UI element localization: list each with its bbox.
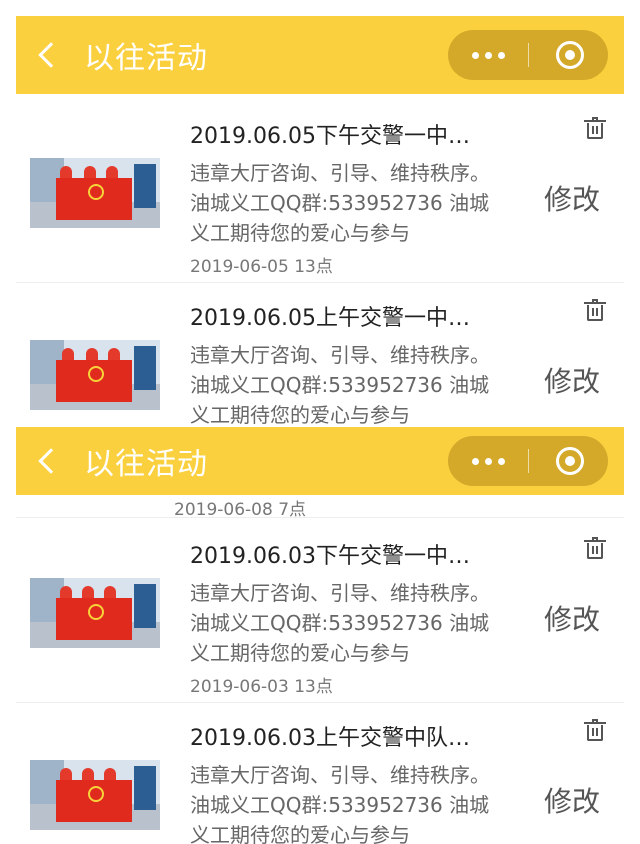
activity-title: 2019.06.03下午交警一中… xyxy=(190,544,470,569)
trash-icon[interactable] xyxy=(584,299,606,321)
miniprogram-capsule xyxy=(448,436,608,486)
activity-description: 违章大厅咨询、引导、维持秩序。油城义工QQ群:533952736 油城义工期待您… xyxy=(190,763,490,844)
bottom-screen-panel: 以往活动 2019-06-08 7点 2019.06.03下午交警一中… 违章大… xyxy=(0,425,640,844)
activity-list: 2019.06.03下午交警一中… 违章大厅咨询、引导、维持秩序。油城义工QQ群… xyxy=(16,520,624,844)
trash-icon[interactable] xyxy=(584,719,606,741)
top-navbar: 以往活动 xyxy=(16,16,624,94)
edit-button[interactable]: 修改 xyxy=(544,780,600,820)
trash-icon[interactable] xyxy=(584,537,606,559)
activity-date: 2019-06-03 13点 xyxy=(190,677,333,697)
more-dots-icon[interactable] xyxy=(448,436,528,486)
activity-photo xyxy=(30,578,160,648)
activity-photo xyxy=(30,760,160,830)
back-arrow-icon[interactable] xyxy=(38,42,64,68)
activity-photo xyxy=(30,158,160,228)
edit-button[interactable]: 修改 xyxy=(544,360,600,400)
previous-activity-date: 2019-06-08 7点 xyxy=(174,500,307,520)
activity-title: 2019.06.03上午交警中队… xyxy=(190,726,470,751)
activity-list: 2019.06.05下午交警一中… 违章大厅咨询、引导、维持秩序。油城义工QQ群… xyxy=(16,100,624,425)
top-screen-panel: 以往活动 2019.06.05下午交警一中… 违章大厅咨询、引导、维持秩序。油城… xyxy=(0,0,640,425)
activity-card[interactable]: 2019.06.05上午交警一中… 违章大厅咨询、引导、维持秩序。油城义工QQ群… xyxy=(16,282,624,425)
more-dots-icon[interactable] xyxy=(448,30,528,80)
activity-photo xyxy=(30,340,160,410)
activity-date: 2019-06-05 13点 xyxy=(190,257,333,277)
trash-icon[interactable] xyxy=(584,117,606,139)
page-title: 以往活动 xyxy=(84,41,208,76)
activity-card[interactable]: 2019.06.03上午交警中队… 违章大厅咨询、引导、维持秩序。油城义工QQ群… xyxy=(16,702,624,844)
edit-button[interactable]: 修改 xyxy=(544,178,600,218)
capsule-divider xyxy=(528,43,529,67)
capsule-divider xyxy=(528,449,529,473)
activity-card[interactable]: 2019.06.05下午交警一中… 违章大厅咨询、引导、维持秩序。油城义工QQ群… xyxy=(16,100,624,283)
target-circle-icon[interactable] xyxy=(556,41,584,69)
edit-button[interactable]: 修改 xyxy=(544,598,600,638)
activity-card[interactable]: 2019.06.03下午交警一中… 违章大厅咨询、引导、维持秩序。油城义工QQ群… xyxy=(16,520,624,703)
back-arrow-icon[interactable] xyxy=(38,448,64,474)
activity-description: 违章大厅咨询、引导、维持秩序。油城义工QQ群:533952736 油城义工期待您… xyxy=(190,161,490,245)
activity-title: 2019.06.05下午交警一中… xyxy=(190,124,470,149)
bottom-navbar: 以往活动 xyxy=(16,427,624,495)
activity-description: 违章大厅咨询、引导、维持秩序。油城义工QQ群:533952736 油城义工期待您… xyxy=(190,581,490,665)
activity-description: 违章大厅咨询、引导、维持秩序。油城义工QQ群:533952736 油城义工期待您… xyxy=(190,343,490,425)
page-title: 以往活动 xyxy=(84,447,208,482)
miniprogram-capsule xyxy=(448,30,608,80)
target-circle-icon[interactable] xyxy=(556,447,584,475)
activity-title: 2019.06.05上午交警一中… xyxy=(190,306,470,331)
